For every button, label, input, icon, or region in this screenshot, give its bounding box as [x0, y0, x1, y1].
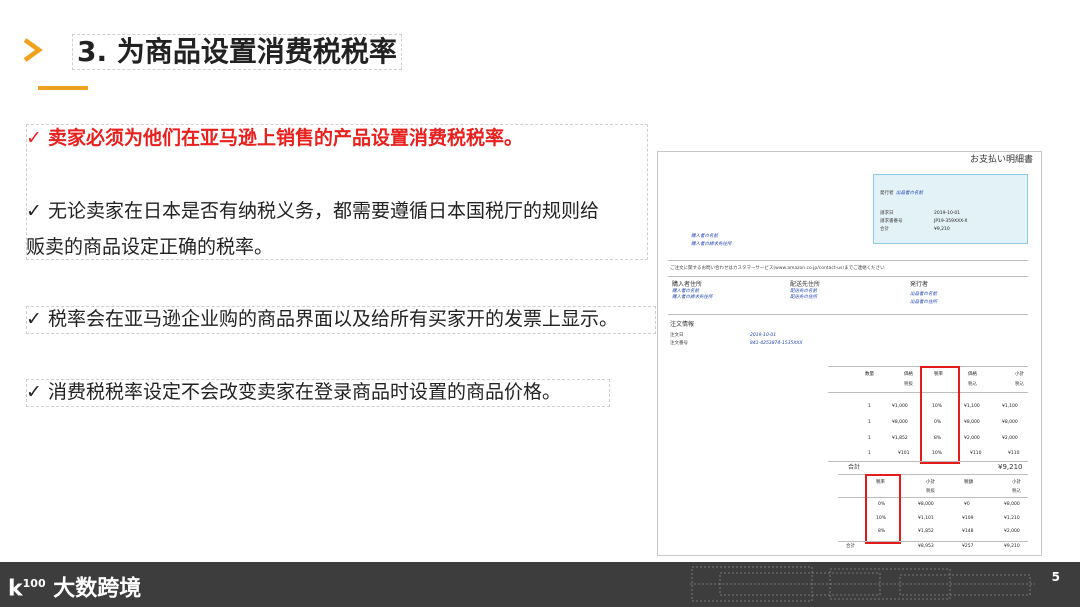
issuer-name: 出品者の名前 [896, 191, 923, 196]
col3-line: 出品者の名前 [910, 292, 937, 297]
title-underline [38, 86, 88, 90]
summary-gross: ¥1,210 [1004, 516, 1020, 521]
contact-note: ご注文に関するお問い合わせはカスタマーサービス(www.amazon.co.jp… [670, 266, 885, 271]
item-qty: 1 [868, 436, 871, 441]
item-price: ¥8,000 [892, 420, 908, 425]
footer-decoration [690, 566, 1035, 602]
divider [838, 541, 1028, 542]
item-qty: 1 [868, 404, 871, 409]
issuer-label: 発行者 [880, 191, 894, 196]
items-header-subtotal: 小計 [1015, 372, 1024, 377]
chevron-right-icon [22, 38, 44, 62]
logo-mark: k [8, 576, 23, 602]
bullet-2: ✓ 无论卖家在日本是否有纳税义务，都需要遵循日本国税厅的规则给 [26, 194, 599, 228]
bullet-1-text: 卖家必须为他们在亚马逊上销售的产品设置消费税税率。 [48, 127, 524, 149]
items-header-incl: 価格 [968, 372, 977, 377]
summary-tax: ¥0 [964, 502, 970, 507]
bullet-4: ✓ 消费税税率设定不会改变卖家在登录商品时设置的商品价格。 [26, 375, 561, 409]
order-no-value: 841-4253874-1535XXX [750, 341, 803, 346]
item-qty: 1 [868, 420, 871, 425]
sum-value: ¥9,210 [998, 463, 1023, 471]
check-icon: ✓ [26, 308, 42, 330]
bullet-1: ✓ 卖家必须为他们在亚马逊上销售的产品设置消费税税率。 [26, 121, 523, 155]
items-subheader: 税込 [1015, 382, 1024, 387]
col1-line: 購入者の請求先住所 [672, 295, 713, 300]
bullet-2-line2: 贩卖的商品设定正确的税率。 [26, 236, 274, 258]
item-subtotal: ¥8,000 [1002, 420, 1018, 425]
items-header-qty: 数量 [865, 372, 874, 377]
divider [668, 314, 1028, 315]
item-subtotal: ¥1,100 [1002, 404, 1018, 409]
item-incl: ¥110 [970, 451, 982, 456]
bullet-3: ✓ 税率会在亚马逊企业购的商品界面以及给所有买家开的发票上显示。 [26, 302, 618, 336]
invoice-no-label: 請求書番号 [880, 219, 903, 224]
summary-subheader: 税抜 [926, 489, 935, 494]
summary-subheader: 税込 [1012, 489, 1021, 494]
buyer-name: 購入者の名前 [691, 234, 718, 239]
divider [668, 276, 1028, 277]
items-subheader: 税込 [968, 382, 977, 387]
item-subtotal: ¥2,000 [1002, 436, 1018, 441]
sum-label: 合計 [848, 464, 861, 471]
logo-mark-sup: 100 [22, 577, 46, 590]
summary-tax: ¥148 [962, 529, 974, 534]
order-date-label: 注文日 [670, 333, 684, 338]
summary-gross: ¥2,000 [1004, 529, 1020, 534]
date-value: 2019-10-01 [934, 211, 961, 216]
summary-total-gross: ¥9,210 [1004, 544, 1020, 549]
bullet-3-text: 税率会在亚马逊企业购的商品界面以及给所有买家开的发票上显示。 [48, 308, 619, 330]
invoice-image: お支払い明細書 発行者 出品者の名前 請求日 2019-10-01 請求書番号 … [657, 151, 1042, 556]
date-label: 請求日 [880, 211, 894, 216]
order-info-title: 注文情報 [670, 321, 695, 328]
brand-logo: k100 大数跨境 [8, 568, 141, 605]
order-date-value: 2019-10-01 [750, 333, 777, 338]
item-price: ¥101 [898, 451, 910, 456]
divider [828, 461, 1028, 462]
item-incl: ¥1,100 [964, 404, 980, 409]
col3-title: 発行者 [910, 281, 929, 288]
rate-column-highlight [920, 366, 960, 464]
items-subheader: 税抜 [904, 382, 913, 387]
item-subtotal: ¥110 [1008, 451, 1020, 456]
check-icon: ✓ [26, 200, 42, 222]
bullet-2-text-line1: 无论卖家在日本是否有纳税义务，都需要遵循日本国税厅的规则给 [48, 200, 600, 222]
buyer-address: 購入者の請求先住所 [691, 242, 732, 247]
page-number: 5 [1051, 570, 1060, 584]
summary-tax: ¥109 [962, 516, 974, 521]
invoice-no-value: JP19-359XXX-X [934, 219, 968, 224]
summary-total-label: 合計 [846, 544, 855, 549]
summary-header-tax: 税額 [964, 480, 973, 485]
item-qty: 1 [868, 451, 871, 456]
summary-gross: ¥8,000 [1004, 502, 1020, 507]
summary-header-net: 小計 [926, 480, 935, 485]
invoice-heading: お支払い明細書 [969, 155, 1033, 165]
invoice-total-label: 合計 [880, 227, 889, 232]
summary-total-net: ¥8,953 [918, 544, 934, 549]
col3-line: 出品者の住所 [910, 300, 937, 305]
item-incl: ¥2,000 [964, 436, 980, 441]
logo-text: 大数跨境 [53, 576, 142, 602]
invoice-total-value: ¥9,210 [934, 227, 950, 232]
summary-header-gross: 小計 [1012, 480, 1021, 485]
bullet-4-text: 消费税税率设定不会改变卖家在登录商品时设置的商品价格。 [48, 381, 562, 403]
summary-net: ¥1,852 [918, 529, 934, 534]
check-icon: ✓ [26, 127, 42, 149]
items-header-price: 価格 [904, 372, 913, 377]
check-icon: ✓ [26, 381, 42, 403]
col2-title: 配送先住所 [790, 281, 821, 288]
page-title: 3. 为商品设置消费税税率 [72, 34, 402, 70]
summary-total-tax: ¥257 [962, 544, 974, 549]
col1-title: 購入者住所 [672, 281, 703, 288]
divider [668, 260, 1028, 261]
footer-bar: k100 大数跨境 5 [0, 562, 1080, 607]
summary-net: ¥8,000 [918, 502, 934, 507]
item-price: ¥1,000 [892, 404, 908, 409]
col2-line: 配送先の住所 [790, 295, 817, 300]
order-no-label: 注文番号 [670, 341, 688, 346]
invoice-info-box: 発行者 出品者の名前 請求日 2019-10-01 請求書番号 JP19-359… [873, 174, 1028, 244]
item-incl: ¥8,000 [964, 420, 980, 425]
item-price: ¥1,852 [892, 436, 908, 441]
summary-rate-highlight [865, 474, 901, 544]
summary-net: ¥1,101 [918, 516, 934, 521]
